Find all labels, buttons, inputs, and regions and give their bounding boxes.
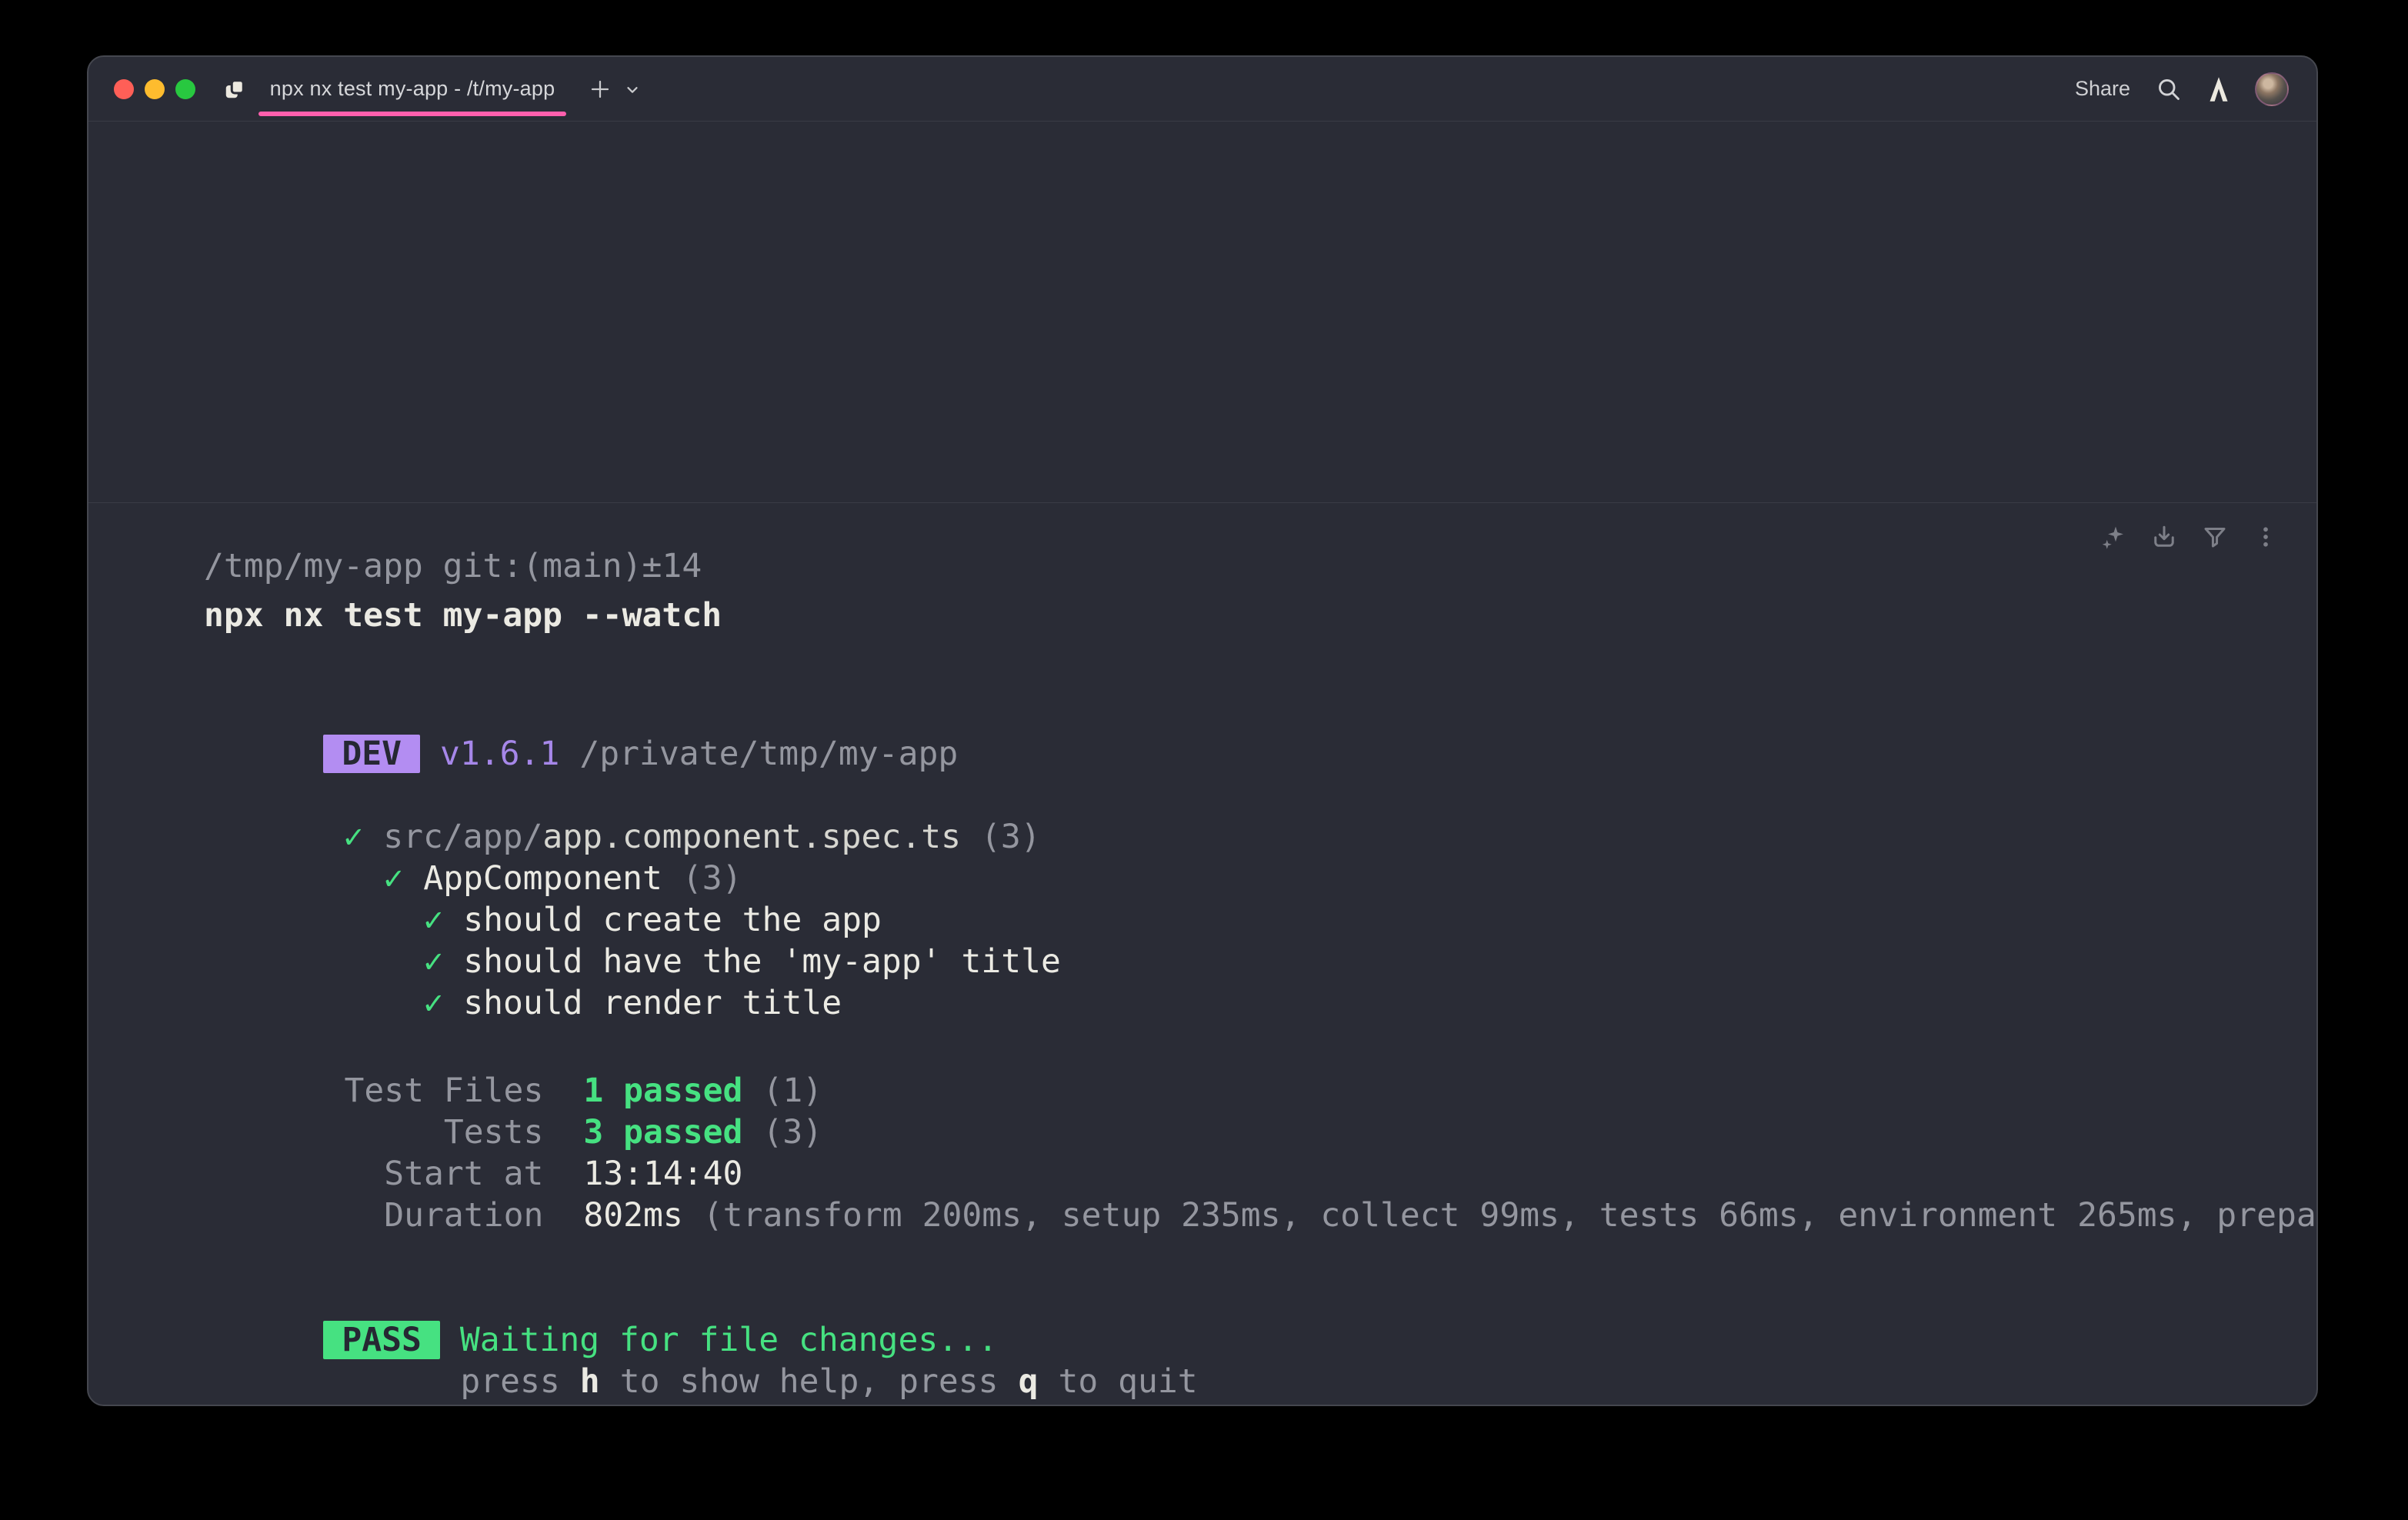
key-h: h xyxy=(580,1362,600,1401)
titlebar-right: Share xyxy=(2075,72,2289,106)
check-icon: ✓ xyxy=(343,818,363,856)
summary-files-line: Test Files1 passed(1) xyxy=(204,1028,2316,1070)
maximize-button[interactable] xyxy=(175,79,195,99)
download-icon[interactable] xyxy=(2150,523,2178,551)
chevron-down-icon[interactable] xyxy=(622,78,643,100)
project-path: /private/tmp/my-app xyxy=(579,735,958,773)
command-line: npx nx test my-app --watch xyxy=(204,595,2316,636)
command-block: /tmp/my-app git:(main)±14 npx nx test my… xyxy=(88,502,2316,1405)
filter-icon[interactable] xyxy=(2201,523,2229,551)
pass-status-line: PASSWaiting for file changes... xyxy=(204,1278,2316,1319)
block-actions xyxy=(2099,523,2280,551)
dev-server-line: DEVv1.6.1/private/tmp/my-app xyxy=(204,692,2316,733)
terminal-scrollback xyxy=(88,122,2316,502)
avatar[interactable] xyxy=(2255,72,2289,106)
titlebar[interactable]: npx nx test my-app - /t/my-app Share xyxy=(88,57,2316,122)
close-button[interactable] xyxy=(114,79,134,99)
terminal-window: npx nx test my-app - /t/my-app Share xyxy=(87,55,2318,1406)
search-icon[interactable] xyxy=(2155,75,2183,103)
more-vertical-icon[interactable] xyxy=(2252,523,2280,551)
active-tab-indicator xyxy=(258,112,566,116)
tab-active[interactable]: npx nx test my-app - /t/my-app xyxy=(258,57,566,121)
vitest-version: v1.6.1 xyxy=(440,735,559,773)
tab-title: npx nx test my-app - /t/my-app xyxy=(270,77,555,101)
test-file-line: ✓src/app/app.component.spec.ts(3) xyxy=(204,775,2316,816)
check-icon: ✓ xyxy=(423,984,443,1022)
warp-logo-icon[interactable] xyxy=(2207,76,2230,102)
share-button[interactable]: Share xyxy=(2075,77,2130,101)
key-q: q xyxy=(1019,1362,1039,1401)
check-icon: ✓ xyxy=(423,901,443,939)
window-controls xyxy=(114,79,195,99)
watch-message: Waiting for file changes... xyxy=(460,1321,998,1359)
blocks-icon xyxy=(223,78,246,101)
check-icon: ✓ xyxy=(423,942,443,981)
sparkles-icon[interactable] xyxy=(2099,523,2127,551)
pass-badge: PASS xyxy=(323,1321,440,1359)
dev-badge: DEV xyxy=(323,735,420,773)
new-tab-button[interactable] xyxy=(586,75,614,103)
check-icon: ✓ xyxy=(383,859,403,898)
prompt-line: /tmp/my-app git:(main)±14 xyxy=(204,545,2316,587)
minimize-button[interactable] xyxy=(145,79,165,99)
